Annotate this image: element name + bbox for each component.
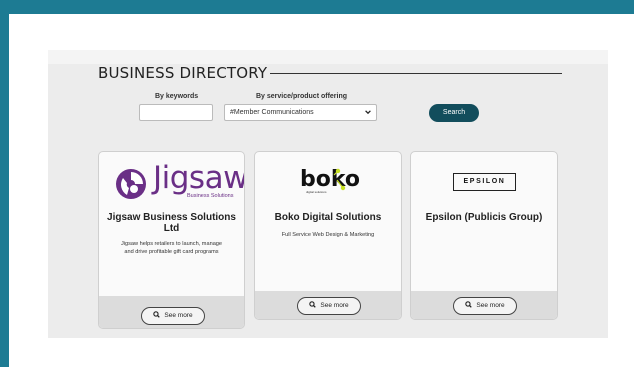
keywords-input[interactable] — [139, 104, 213, 121]
card-title: Boko Digital Solutions — [274, 212, 382, 223]
search-button[interactable]: Search — [429, 104, 479, 122]
jigsaw-logo-subtext: Business Solutions — [187, 193, 234, 199]
jigsaw-logo: Jigsaw Business Solutions — [111, 160, 244, 200]
business-card-boko: boko digital solutions Boko Digital Solu… — [254, 151, 402, 320]
card-description-line-2: and drive profitable gift card programs — [124, 249, 219, 255]
search-icon — [309, 301, 317, 308]
see-more-button[interactable]: See more — [453, 297, 517, 315]
service-label: By service/product offering — [256, 93, 348, 100]
boko-logo: boko digital solutions — [298, 166, 362, 198]
service-select-value: #Member Communications — [230, 109, 314, 116]
left-border — [0, 0, 9, 367]
see-more-label: See more — [320, 302, 349, 309]
epsilon-logo: EPSILON — [453, 173, 516, 191]
boko-logo-subtext: digital solutions — [306, 190, 327, 194]
card-title: Jigsaw Business Solutions Ltd — [105, 212, 238, 234]
jigsaw-logo-text: Jigsaw — [153, 160, 245, 196]
chevron-down-icon — [365, 110, 371, 115]
see-more-label: See more — [476, 302, 505, 309]
business-card-epsilon: EPSILON Epsilon (Publicis Group) See mor… — [410, 151, 558, 320]
card-title-line-2: Ltd — [163, 223, 180, 234]
card-title-line-1: Jigsaw Business Solutions — [107, 212, 236, 223]
title-divider — [270, 73, 562, 74]
boko-logo-mark: boko — [300, 167, 360, 192]
see-more-button[interactable]: See more — [297, 297, 361, 315]
search-icon — [153, 311, 161, 318]
card-title: Epsilon (Publicis Group) — [425, 212, 543, 223]
panel-highlight — [48, 50, 608, 64]
top-border — [0, 0, 634, 14]
card-description: Full Service Web Design & Marketing — [281, 232, 375, 238]
service-select[interactable]: #Member Communications — [224, 104, 377, 121]
see-more-button[interactable]: See more — [141, 307, 205, 325]
card-description-line-1: Jigsaw helps retailers to launch, manage — [120, 241, 223, 247]
jigsaw-swirl-icon — [116, 169, 146, 199]
business-card-jigsaw: Jigsaw Business Solutions Jigsaw Busines… — [98, 151, 245, 329]
keywords-label: By keywords — [155, 93, 199, 100]
see-more-label: See more — [164, 312, 193, 319]
boko-logo-text: boko — [300, 167, 360, 192]
search-icon — [465, 301, 473, 308]
card-description: Jigsaw helps retailers to launch, manage… — [111, 240, 232, 256]
page-title: BUSINESS DIRECTORY — [98, 64, 268, 82]
